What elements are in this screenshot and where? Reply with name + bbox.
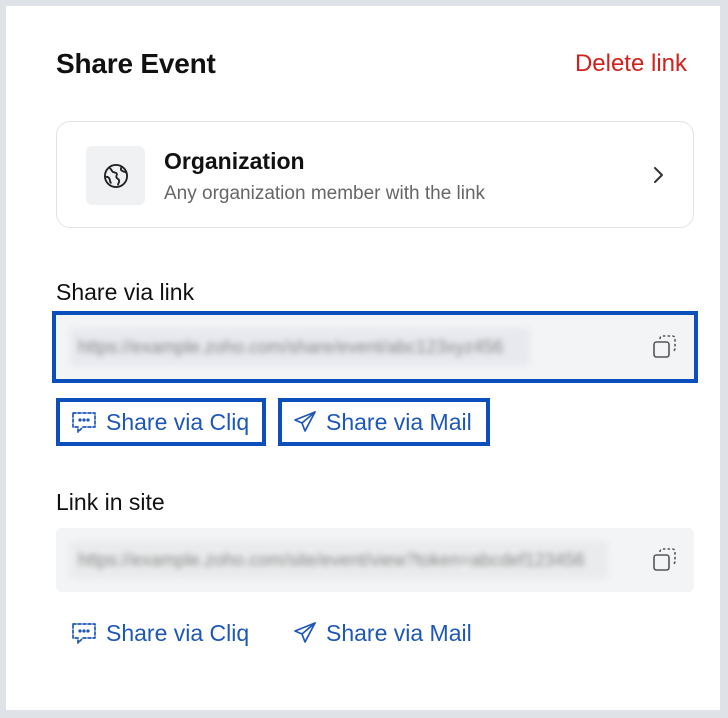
share-site-via-cliq-button[interactable]: Share via Cliq <box>60 609 266 657</box>
share-event-panel: Share Event Delete link Organization Any… <box>6 6 720 710</box>
share-site-via-mail-button[interactable]: Share via Mail <box>282 609 490 657</box>
share-link-url: https://example.zoho.com/share/event/abc… <box>70 328 530 366</box>
copy-site-link-button[interactable] <box>650 545 680 575</box>
copy-icon <box>653 548 676 571</box>
share-via-link-label: Share via link <box>56 279 195 305</box>
access-level-description: Any organization member with the link <box>164 183 486 204</box>
globe-icon <box>86 146 145 205</box>
chevron-right-icon <box>651 165 665 190</box>
share-link-via-mail-button[interactable]: Share via Mail <box>278 398 490 446</box>
access-level-selector[interactable]: Organization Any organization member wit… <box>56 121 694 228</box>
copy-icon <box>653 335 676 358</box>
access-level-title: Organization <box>164 148 305 174</box>
share-site-via-mail-label: Share via Mail <box>326 619 472 646</box>
send-icon <box>292 620 318 646</box>
send-icon <box>292 409 318 435</box>
share-site-via-cliq-label: Share via Cliq <box>106 619 250 646</box>
copy-share-link-button[interactable] <box>650 332 680 362</box>
share-link-via-cliq-button[interactable]: Share via Cliq <box>56 398 266 446</box>
site-link-url: https://example.zoho.com/site/event/view… <box>70 541 608 579</box>
share-link-field[interactable]: https://example.zoho.com/share/event/abc… <box>52 311 698 383</box>
share-link-via-cliq-label: Share via Cliq <box>106 408 250 435</box>
chat-icon <box>70 620 98 646</box>
chat-icon <box>70 409 98 435</box>
share-link-via-mail-label: Share via Mail <box>326 408 472 435</box>
link-in-site-label: Link in site <box>56 489 165 515</box>
panel-title: Share Event <box>56 48 216 79</box>
site-link-field[interactable]: https://example.zoho.com/site/event/view… <box>56 528 694 592</box>
delete-link-button[interactable]: Delete link <box>575 50 687 78</box>
